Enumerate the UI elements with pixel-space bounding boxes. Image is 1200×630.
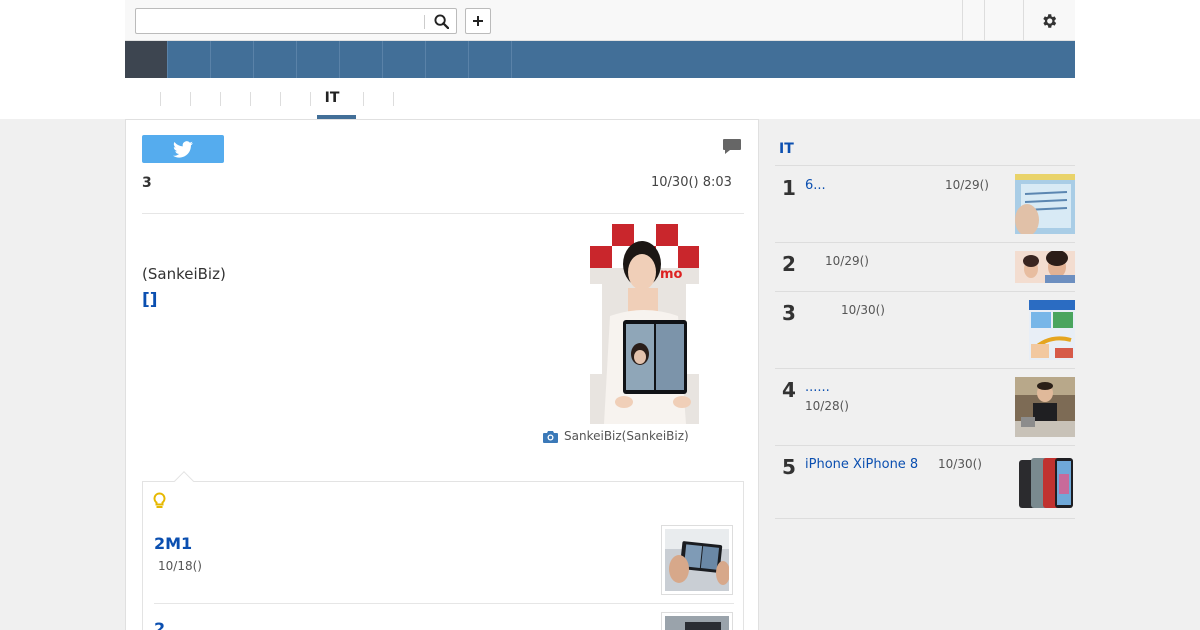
- comment-button[interactable]: [722, 138, 742, 160]
- ranking-thumbnail: [1029, 300, 1075, 360]
- tab-separator: [220, 92, 221, 106]
- nav-item-home[interactable]: [125, 41, 168, 78]
- related-item-thumbnail[interactable]: [661, 525, 733, 595]
- nav-item[interactable]: [168, 41, 211, 78]
- ranking-thumbnail-image: [1015, 174, 1075, 234]
- article-photo-image: mo: [590, 224, 699, 424]
- header-divider: [962, 0, 963, 40]
- photo-brand-text: mo: [660, 267, 683, 282]
- tab-separator: [250, 92, 251, 106]
- ranking-thumbnail-image: [1015, 377, 1075, 437]
- top-header: [125, 0, 1075, 41]
- ranking-item-title: iPhone XiPhone 8: [805, 457, 919, 472]
- related-item-thumbnail[interactable]: [661, 612, 733, 630]
- ranking-item-date: 10/29(): [825, 254, 869, 268]
- plus-icon: [473, 16, 483, 26]
- ranking-thumbnail-image: [1015, 454, 1075, 514]
- related-thumbnail-image: [665, 529, 730, 591]
- related-notch: [174, 471, 194, 491]
- divider: [142, 213, 744, 214]
- comment-icon: [723, 139, 741, 154]
- article-source: (SankeiBiz): [142, 265, 226, 283]
- nav-item[interactable]: [383, 41, 426, 78]
- ranking-item-date: 10/30(): [841, 303, 885, 317]
- tab-separator: [160, 92, 161, 106]
- ranking-item-date: 10/29(): [945, 178, 989, 192]
- category-tabs: [125, 78, 1075, 119]
- header-divider: [1023, 0, 1024, 40]
- ranking-item[interactable]: 5 iPhone XiPhone 8 10/30(): [775, 446, 1075, 519]
- ranking-item[interactable]: 2 10/29(): [775, 243, 1075, 292]
- tab-separator: [363, 92, 364, 106]
- search-input[interactable]: [138, 11, 420, 31]
- divider: [154, 603, 734, 604]
- ranking-item-date: 10/28(): [805, 399, 849, 413]
- article-photo[interactable]: mo: [590, 224, 699, 424]
- tab-separator: [280, 92, 281, 106]
- tweet-button[interactable]: [142, 135, 224, 163]
- article-panel: 3 10/30() 8:03 (SankeiBiz) [] mo SankeiB…: [125, 119, 759, 630]
- ranking-item[interactable]: 3 10/30(): [775, 292, 1075, 369]
- tab-separator: [190, 92, 191, 106]
- nav-item[interactable]: [340, 41, 383, 78]
- settings-button[interactable]: [1037, 10, 1061, 32]
- nav-item[interactable]: [469, 41, 512, 78]
- ranking-thumbnail: [1015, 174, 1075, 234]
- nav-item[interactable]: [211, 41, 254, 78]
- ranking-number: 3: [782, 301, 796, 325]
- related-item-date: 10/18(): [158, 559, 202, 573]
- tab-it[interactable]: IT: [313, 90, 351, 106]
- related-thumbnail-image: [665, 616, 729, 630]
- search-divider: [424, 15, 425, 29]
- gear-icon: [1043, 14, 1057, 28]
- search-box: [135, 8, 457, 34]
- ranking-thumbnail: [1015, 377, 1075, 437]
- ranking-number: 5: [782, 455, 796, 479]
- article-date: 10/30() 8:03: [651, 175, 732, 190]
- twitter-bird-icon: [173, 140, 193, 158]
- related-item-title[interactable]: 2: [154, 619, 165, 630]
- ranking-number: 1: [782, 176, 796, 200]
- nav-item[interactable]: [297, 41, 340, 78]
- nav-item[interactable]: [426, 41, 469, 78]
- header-divider: [984, 0, 985, 40]
- main-nav: [125, 41, 1075, 78]
- related-item-title[interactable]: 2M1: [154, 534, 192, 553]
- ranking-sidebar: IT 1 6... 10/29() 2 10/29() 3 10/30() 4 …: [760, 119, 1075, 630]
- ranking-item-title: ......: [805, 380, 830, 395]
- ranking-item[interactable]: 1 6... 10/29(): [775, 166, 1075, 243]
- ranking-thumbnail-image: [1029, 300, 1075, 360]
- article-full-link[interactable]: []: [142, 290, 158, 310]
- add-button[interactable]: [465, 8, 491, 34]
- ranking-item-date: 10/30(): [938, 457, 982, 471]
- ranking-item[interactable]: 4 ...... 10/28(): [775, 369, 1075, 446]
- related-articles: 2M1 10/18() 2: [142, 471, 744, 630]
- search-icon: [433, 13, 449, 29]
- ranking-number: 2: [782, 252, 796, 276]
- nav-item[interactable]: [254, 41, 297, 78]
- ranking-number: 4: [782, 378, 796, 402]
- article-comment-count: 3: [142, 175, 152, 191]
- tab-separator: [393, 92, 394, 106]
- lightbulb-icon: [153, 492, 166, 508]
- ranking-item-title: 6...: [805, 178, 826, 193]
- ranking-thumbnail: [1015, 251, 1075, 283]
- tab-separator: [310, 92, 311, 106]
- ranking-title: IT: [779, 141, 794, 157]
- ranking-thumbnail-image: [1015, 251, 1075, 283]
- search-button[interactable]: [428, 11, 454, 31]
- camera-icon: [543, 431, 558, 443]
- photo-caption: SankeiBiz(SankeiBiz): [564, 429, 689, 443]
- ranking-thumbnail: [1015, 454, 1075, 514]
